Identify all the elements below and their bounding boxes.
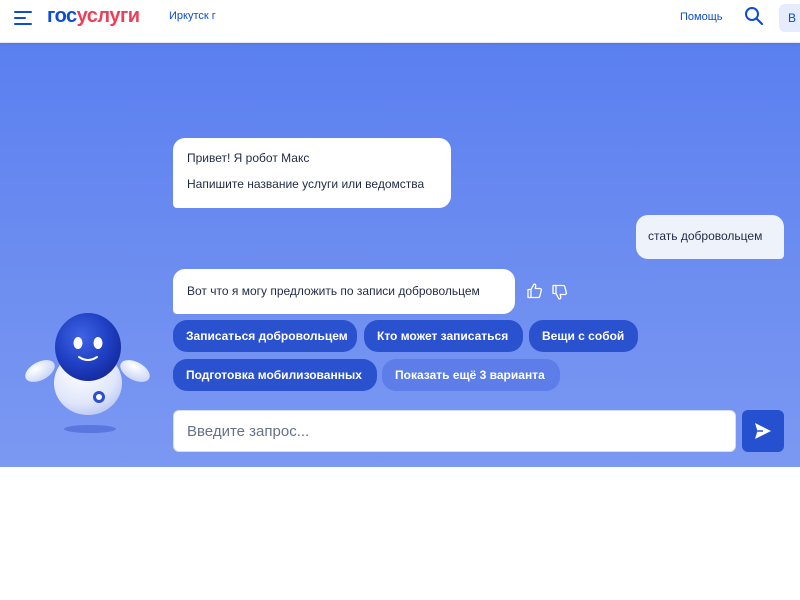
bot-reply-bubble: Вот что я могу предложить по записи добр… — [173, 269, 515, 314]
chat-area: Привет! Я робот Макс Напишите название у… — [0, 43, 800, 467]
menu-icon[interactable] — [14, 11, 32, 25]
show-more-options-button[interactable]: Показать ещё 3 варианта — [382, 359, 560, 391]
logo-part-uslugi: услуги — [76, 5, 140, 27]
query-input[interactable] — [174, 411, 735, 451]
thumbs-up-icon[interactable] — [526, 282, 543, 299]
gosuslugi-logo[interactable]: госуслуги — [47, 5, 140, 28]
bot-greeting-line-1: Привет! Я робот Макс — [187, 151, 310, 165]
suggestion-chip-mobilized-training[interactable]: Подготовка мобилизованных — [173, 359, 377, 391]
send-button[interactable] — [742, 410, 784, 452]
thumbs-down-icon[interactable] — [551, 284, 568, 301]
bot-greeting-bubble: Привет! Я робот Макс Напишите название у… — [173, 138, 451, 208]
city-selector[interactable]: Иркутск г — [169, 10, 216, 22]
user-message-bubble: стать добровольцем — [636, 215, 784, 259]
send-icon — [755, 423, 771, 439]
suggestion-chip-volunteer-signup[interactable]: Записаться добровольцем — [173, 320, 357, 352]
search-icon[interactable] — [744, 6, 764, 26]
bot-greeting-line-2: Напишите название услуги или ведомства — [187, 177, 425, 191]
top-header: госуслуги Иркутск г Помощь В — [0, 0, 800, 43]
help-link[interactable]: Помощь — [680, 11, 723, 23]
suggestion-chip-things-to-bring[interactable]: Вещи с собой — [529, 320, 638, 352]
robot-mascot — [22, 305, 154, 435]
logo-part-gos: гос — [47, 5, 77, 27]
query-input-box — [173, 410, 736, 452]
suggestion-chip-who-can-sign-up[interactable]: Кто может записаться — [364, 320, 523, 352]
login-button[interactable]: В — [779, 4, 800, 32]
